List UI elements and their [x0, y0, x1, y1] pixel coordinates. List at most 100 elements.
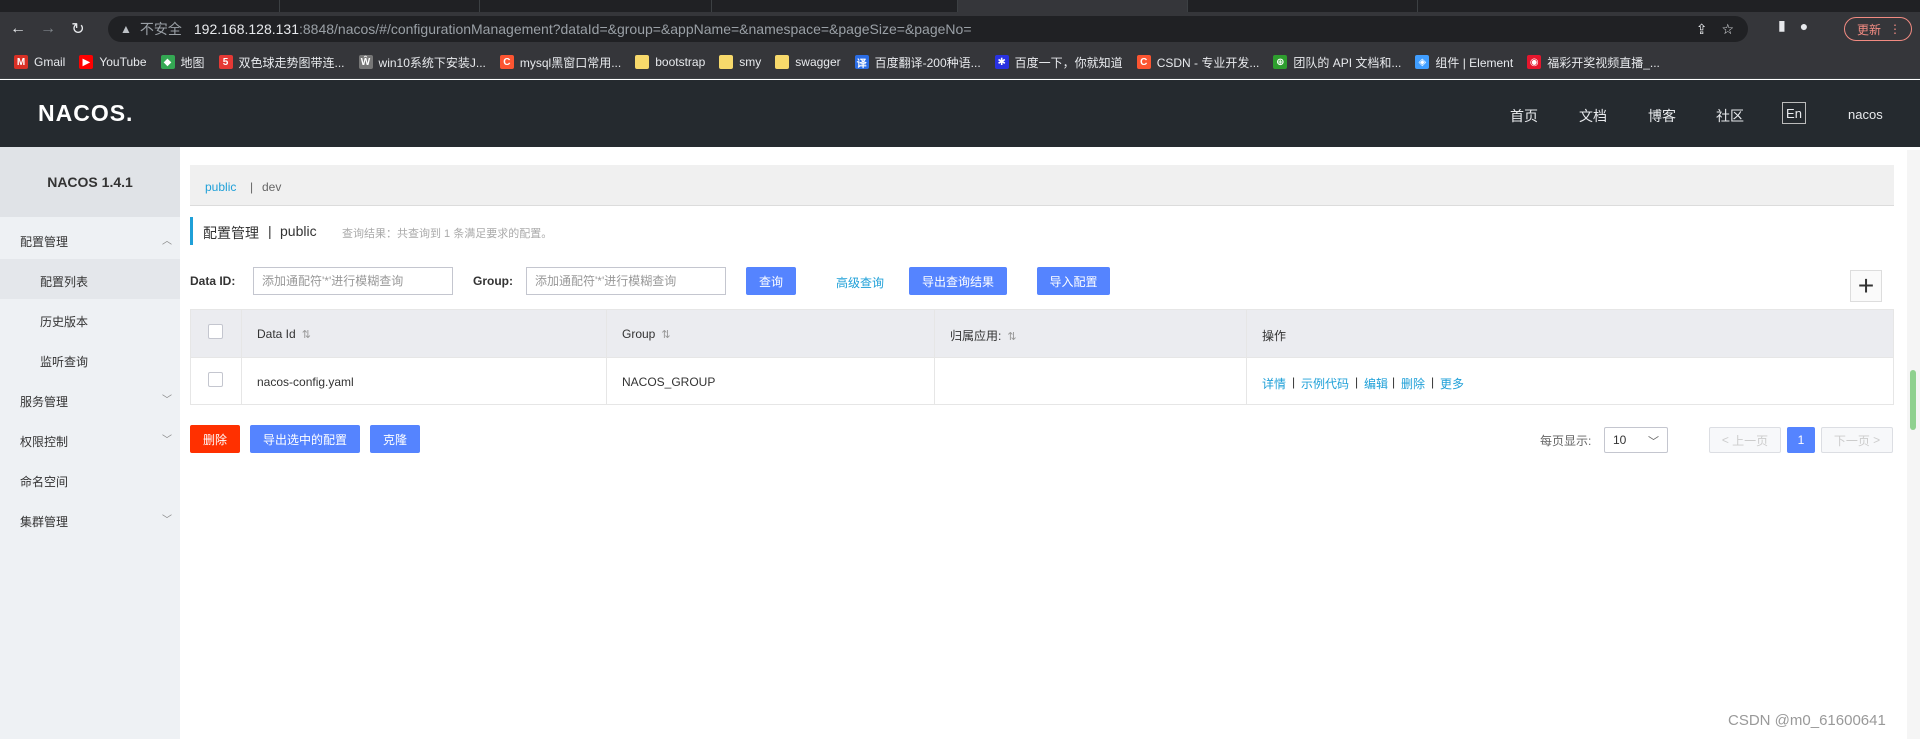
- page-scrollbar[interactable]: [1907, 150, 1920, 739]
- chevron-down-icon[interactable]: ﹀: [162, 511, 172, 526]
- profile-icon[interactable]: ●: [1800, 18, 1808, 34]
- bookmark-item[interactable]: smy: [719, 55, 761, 69]
- bookmarks-bar: M Gmail ▶ YouTube ◆ 地图 5 双色球走势图带连... Ŵwin10系统下安装…: [0, 46, 1920, 79]
- plus-icon[interactable]: +: [1850, 270, 1882, 302]
- delete-button[interactable]: 删除: [190, 425, 240, 453]
- bookmark-item[interactable]: ◆ 地图: [160, 54, 205, 71]
- sidebar-item-config-management[interactable]: 配置管理: [20, 233, 68, 250]
- bookmark-item[interactable]: ✱ 百度一下，你就知道: [994, 54, 1123, 71]
- sidebar-item-config-list[interactable]: 配置列表: [40, 273, 88, 290]
- nav-community[interactable]: 社区: [1716, 106, 1744, 126]
- op-edit-link[interactable]: 编辑: [1364, 375, 1388, 392]
- browser-tab[interactable]: [480, 0, 712, 12]
- browser-tab-active[interactable]: [958, 0, 1188, 12]
- bookmark-item[interactable]: Cmysql黑窗口常用...: [499, 54, 621, 71]
- sidebar-item-cluster-management[interactable]: 集群管理: [20, 513, 68, 530]
- bookmark-item[interactable]: swagger: [775, 55, 841, 69]
- prev-page-button[interactable]: < 上一页: [1709, 427, 1781, 453]
- sort-icon[interactable]: ⇅: [1007, 331, 1016, 343]
- url-path: :8848/nacos/#/configurationManagement?da…: [299, 21, 972, 37]
- sidebar-item-service-management[interactable]: 服务管理: [20, 393, 68, 410]
- bookmark-item[interactable]: 译百度翻译-200种语...: [854, 54, 981, 71]
- group-input[interactable]: [526, 267, 726, 295]
- next-page-button[interactable]: 下一页 >: [1821, 427, 1893, 453]
- advanced-query-link[interactable]: 高级查询: [836, 274, 884, 291]
- row-checkbox[interactable]: [208, 372, 223, 387]
- column-divider: [241, 310, 242, 404]
- sidebar-toggle-icon[interactable]: ▮: [1778, 17, 1786, 34]
- sort-icon[interactable]: ⇅: [661, 329, 670, 341]
- dataid-input[interactable]: [253, 267, 453, 295]
- chevron-up-icon[interactable]: ︿: [162, 232, 172, 247]
- sidebar-active-highlight: [0, 259, 180, 299]
- gmail-icon: M: [14, 55, 28, 69]
- bookmark-item[interactable]: M Gmail: [14, 55, 65, 69]
- share-icon[interactable]: ⇪: [1696, 21, 1708, 38]
- browser-tab[interactable]: [1188, 0, 1418, 12]
- import-config-button[interactable]: 导入配置: [1037, 267, 1110, 295]
- namespace-dev[interactable]: dev: [262, 180, 281, 194]
- th-data-id[interactable]: Data Id ⇅: [257, 327, 311, 341]
- nacos-logo[interactable]: NACOS.: [38, 100, 133, 127]
- browser-tab[interactable]: [280, 0, 480, 12]
- sort-icon[interactable]: ⇅: [302, 329, 311, 341]
- nav-docs[interactable]: 文档: [1579, 106, 1607, 126]
- th-data-id-label: Data Id: [257, 327, 296, 341]
- user-name[interactable]: nacos: [1848, 107, 1883, 122]
- chevron-down-icon[interactable]: ﹀: [162, 431, 172, 446]
- op-delete-link[interactable]: 删除: [1401, 375, 1425, 392]
- bookmark-item[interactable]: Ŵwin10系统下安装J...: [358, 54, 486, 71]
- baidu-icon: ✱: [994, 55, 1009, 69]
- url-bar[interactable]: ▲ 不安全 192.168.128.131 :8848/nacos/#/conf…: [108, 16, 1748, 42]
- export-query-results-button[interactable]: 导出查询结果: [909, 267, 1007, 295]
- bookmark-label: Gmail: [34, 55, 66, 69]
- nav-home[interactable]: 首页: [1510, 106, 1538, 126]
- current-page[interactable]: 1: [1787, 427, 1815, 453]
- browser-tab[interactable]: [0, 0, 280, 12]
- th-app[interactable]: 归属应用: ⇅: [950, 327, 1017, 344]
- sidebar-item-listener-query[interactable]: 监听查询: [40, 353, 88, 370]
- browser-update-button[interactable]: 更新 ⋮: [1844, 17, 1913, 41]
- cell-group: NACOS_GROUP: [622, 375, 716, 389]
- query-button[interactable]: 查询: [746, 267, 796, 295]
- bookmark-item[interactable]: bootstrap: [635, 55, 705, 69]
- page-size-select[interactable]: 10 ﹀: [1604, 427, 1668, 453]
- bookmark-item[interactable]: ▶ YouTube: [79, 55, 147, 69]
- select-all-checkbox[interactable]: [208, 324, 223, 339]
- bookmark-item[interactable]: ◉ 福彩开奖视频直播_...: [1527, 54, 1660, 71]
- back-arrow-icon[interactable]: ←: [6, 17, 30, 41]
- browser-tab[interactable]: [712, 0, 958, 12]
- csdn-icon: C: [1136, 55, 1151, 69]
- sidebar-item-namespace[interactable]: 命名空间: [20, 473, 68, 490]
- sidebar-item-history[interactable]: 历史版本: [40, 313, 88, 330]
- language-switch[interactable]: En: [1782, 102, 1806, 124]
- url-host: 192.168.128.131: [193, 21, 299, 37]
- op-details-link[interactable]: 详情: [1262, 375, 1286, 392]
- bookmark-item[interactable]: ⊕ 团队的 API 文档和...: [1273, 54, 1401, 71]
- reload-icon[interactable]: ↻: [66, 17, 90, 41]
- chevron-down-icon[interactable]: ﹀: [162, 391, 172, 406]
- sidebar-item-access-control[interactable]: 权限控制: [20, 433, 68, 450]
- bookmark-star-icon[interactable]: ☆: [1721, 21, 1734, 38]
- query-result-note: 查询结果：共查询到 1 条满足要求的配置。: [342, 228, 553, 240]
- bookmark-item[interactable]: 5 双色球走势图带连...: [218, 54, 345, 71]
- clone-button[interactable]: 克隆: [370, 425, 420, 453]
- bookmark-label: CSDN - 专业开发...: [1156, 55, 1260, 70]
- export-selected-button[interactable]: 导出选中的配置: [250, 425, 360, 453]
- namespace-public[interactable]: public: [205, 180, 236, 194]
- bookmark-item[interactable]: ◈ 组件 | Element: [1415, 54, 1513, 71]
- column-divider: [1246, 310, 1247, 404]
- op-more-link[interactable]: 更多: [1440, 375, 1464, 392]
- namespace-separator: |: [250, 180, 254, 194]
- folder-icon: [635, 55, 650, 69]
- baidu-translate-icon: 译: [854, 55, 869, 70]
- title-separator: |: [268, 223, 272, 239]
- config-table: Data Id ⇅ Group ⇅ 归属应用: ⇅ 操作 nacos-config.y…: [190, 309, 1894, 405]
- nav-blog[interactable]: 博客: [1648, 106, 1676, 126]
- bookmark-label: bootstrap: [655, 55, 706, 69]
- forward-arrow-icon[interactable]: →: [36, 17, 60, 41]
- bookmark-item[interactable]: C CSDN - 专业开发...: [1136, 54, 1260, 71]
- th-group[interactable]: Group ⇅: [622, 327, 671, 341]
- op-sample-code-link[interactable]: 示例代码: [1301, 375, 1349, 392]
- scrollbar-thumb[interactable]: [1910, 370, 1916, 430]
